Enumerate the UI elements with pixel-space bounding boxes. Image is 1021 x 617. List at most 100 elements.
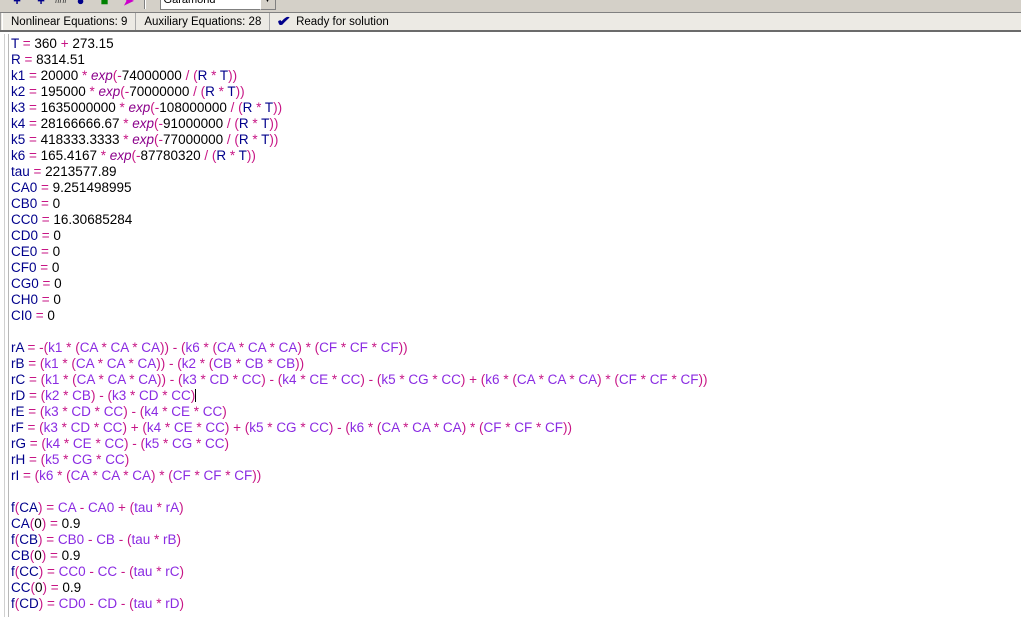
token-num: 108000000: [159, 100, 227, 115]
token-op: =: [46, 548, 62, 563]
token-op: *: [667, 372, 681, 387]
token-num: 0: [34, 516, 42, 531]
token-vv: k4: [45, 436, 61, 451]
arrow-button[interactable]: ➤: [117, 0, 141, 11]
token-op: +: [56, 36, 73, 51]
equation-line[interactable]: f(CB) = CB0 - CB - (tau * rB): [11, 532, 1017, 548]
equation-line[interactable]: rF = (k3 * CD * CC) + (k4 * CE * CC) + (…: [11, 420, 1017, 436]
token-v: CF0: [11, 260, 37, 275]
token-op: =: [43, 564, 59, 579]
token-vv: CC: [205, 436, 225, 451]
token-v: CG0: [11, 276, 39, 291]
equation-line[interactable]: R = 8314.51: [11, 52, 1017, 68]
equation-code-area[interactable]: T = 360 + 273.15 R = 8314.51 k1 = 20000 * …: [11, 36, 1017, 612]
equation-line[interactable]: f(CD) = CD0 - CD - (tau * rD): [11, 596, 1017, 612]
equation-line[interactable]: k1 = 20000 * exp(-74000000 / (R * T)): [11, 68, 1017, 84]
editor-blank-line[interactable]: [11, 324, 1017, 340]
token-op: *: [59, 388, 73, 403]
equation-line[interactable]: tau = 2213577.89: [11, 164, 1017, 180]
token-vv: CA: [516, 372, 535, 387]
token-v: CC0: [11, 212, 39, 227]
token-v: rA: [11, 340, 24, 355]
token-op: *: [296, 372, 310, 387]
equation-editor[interactable]: T = 360 + 273.15 R = 8314.51 k1 = 20000 * …: [0, 34, 1021, 617]
insert-variable-button[interactable]: +: [5, 0, 29, 11]
token-vv: CA: [442, 420, 462, 435]
equation-line[interactable]: k6 = 165.4167 * exp(-87780320 / (R * T)): [11, 148, 1017, 164]
token-num: 87780320: [140, 148, 201, 163]
equation-line[interactable]: rG = (k4 * CE * CC) - (k5 * CG * CC): [11, 436, 1017, 452]
equation-line[interactable]: rI = (k6 * (CA * CA * CA) * (CF * CF * C…: [11, 468, 1017, 484]
equation-line[interactable]: CH0 = 0: [11, 292, 1017, 308]
toolbar-separator: [143, 0, 146, 9]
equation-line[interactable]: k4 = 28166666.67 * exp(-91000000 / (R * …: [11, 116, 1017, 132]
equation-line[interactable]: f(CA) = CA - CA0 + (tau * rA): [11, 500, 1017, 516]
token-op: =: [25, 388, 41, 403]
token-num: 77000000: [163, 132, 224, 147]
token-num: 1635000000: [40, 100, 116, 115]
equation-line[interactable]: rC = (k1 * (CA * CA * CA)) - (k3 * CD * …: [11, 372, 1017, 388]
token-op: *: [221, 468, 235, 483]
token-op: -: [117, 564, 130, 579]
equation-line[interactable]: CA(0) = 0.9: [11, 516, 1017, 532]
token-vv: CA: [110, 340, 129, 355]
token-v: CC: [19, 564, 39, 579]
token-op: *: [532, 420, 545, 435]
token-vv: CA: [79, 340, 98, 355]
equation-line[interactable]: CE0 = 0: [11, 244, 1017, 260]
equation-line[interactable]: CA0 = 9.251498995: [11, 180, 1017, 196]
equation-line[interactable]: CD0 = 0: [11, 228, 1017, 244]
insert-equation-button[interactable]: +: [29, 0, 53, 11]
equation-line[interactable]: rH = (k5 * CG * CC): [11, 452, 1017, 468]
token-v: k2: [11, 84, 26, 99]
equation-line[interactable]: CI0 = 0: [11, 308, 1017, 324]
token-op: *: [115, 100, 129, 115]
token-v: T: [264, 100, 274, 115]
token-op: +: [126, 420, 143, 435]
token-op: *: [119, 468, 133, 483]
token-vv: CC: [171, 388, 191, 403]
equation-line[interactable]: rA = -(k1 * (CA * CA * CA)) - (k6 * (CA …: [11, 340, 1017, 356]
token-vv: CF: [349, 340, 368, 355]
equation-line[interactable]: rD = (k2 * CB) - (k3 * CD * CC): [11, 388, 1017, 404]
equation-line[interactable]: k3 = 1635000000 * exp(-108000000 / (R * …: [11, 100, 1017, 116]
equation-line[interactable]: CB(0) = 0.9: [11, 548, 1017, 564]
editor-blank-line[interactable]: [11, 484, 1017, 500]
equation-line[interactable]: CG0 = 0: [11, 276, 1017, 292]
equation-line[interactable]: CB0 = 0: [11, 196, 1017, 212]
finite-label: fini: [55, 0, 67, 5]
equation-line[interactable]: T = 360 + 273.15: [11, 36, 1017, 52]
token-vv: CA: [76, 372, 95, 387]
equation-line[interactable]: k2 = 195000 * exp(-70000000 / (R * T)): [11, 84, 1017, 100]
token-op: *: [252, 100, 265, 115]
token-vv: CA: [138, 372, 157, 387]
token-op: =: [20, 52, 37, 67]
token-op: *: [119, 132, 133, 147]
report-button[interactable]: ■: [93, 0, 117, 11]
token-vv: CF: [319, 340, 338, 355]
font-combo-value[interactable]: Garamond: [159, 0, 260, 10]
token-v: R: [238, 116, 249, 131]
equation-line[interactable]: rB = (k1 * (CA * CA * CA)) - (k2 * (CB *…: [11, 356, 1017, 372]
chevron-down-icon[interactable]: ▼: [259, 0, 276, 10]
token-vv: CB: [244, 356, 264, 371]
token-vv: k1: [44, 356, 59, 371]
token-fn: exp: [128, 100, 151, 115]
token-vv: CA: [247, 340, 266, 355]
equation-line[interactable]: CC(0) = 0.9: [11, 580, 1017, 596]
token-vv: k5: [249, 420, 264, 435]
token-par: )): [156, 356, 166, 371]
equation-line[interactable]: f(CC) = CC0 - CC - (tau * rC): [11, 564, 1017, 580]
equation-line[interactable]: CC0 = 16.30685284: [11, 212, 1017, 228]
equation-line[interactable]: rE = (k3 * CD * CC) - (k4 * CE * CC): [11, 404, 1017, 420]
token-par: )): [252, 468, 262, 483]
token-op: *: [214, 84, 228, 99]
token-num: 0: [53, 292, 61, 307]
token-vv: rB: [163, 532, 177, 547]
token-vv: CA: [57, 500, 76, 515]
token-par: )): [273, 100, 283, 115]
equation-line[interactable]: k5 = 418333.3333 * exp(-77000000 / (R * …: [11, 132, 1017, 148]
token-vv: rD: [165, 596, 180, 611]
equation-line[interactable]: CF0 = 0: [11, 260, 1017, 276]
solve-button[interactable]: ●: [69, 0, 93, 11]
